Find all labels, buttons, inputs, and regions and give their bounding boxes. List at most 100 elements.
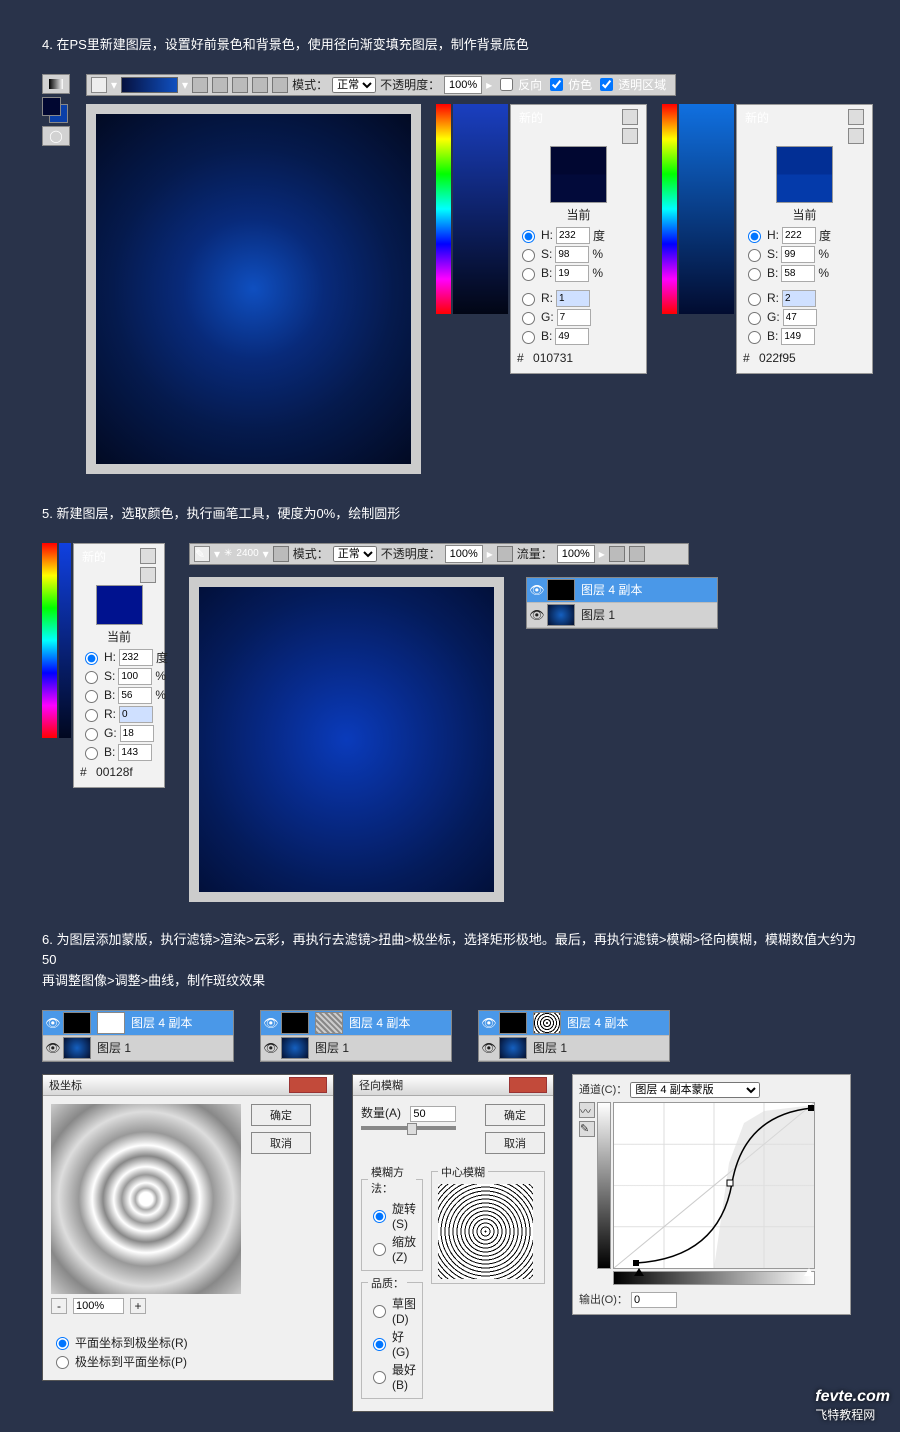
- h-radio[interactable]: [748, 230, 761, 243]
- transparency-checkbox[interactable]: [600, 78, 613, 91]
- sb-field[interactable]: [679, 104, 734, 314]
- h-input[interactable]: [782, 227, 816, 244]
- fg-bg-swatch[interactable]: [42, 97, 68, 123]
- mode-select[interactable]: 正常: [332, 77, 376, 93]
- cancel-button[interactable]: 取消: [485, 1132, 545, 1154]
- layer-row[interactable]: 👁 图层 1: [527, 603, 717, 628]
- add-swatch-icon[interactable]: [140, 567, 156, 583]
- hue-bar[interactable]: [42, 543, 57, 738]
- zoom-in-icon[interactable]: +: [130, 1298, 146, 1314]
- b-radio[interactable]: [748, 268, 761, 281]
- hue-bar[interactable]: [662, 104, 677, 314]
- zoom-input[interactable]: [73, 1298, 124, 1314]
- zoom-radio[interactable]: [373, 1243, 386, 1256]
- layer-row[interactable]: 👁 图层 4 副本: [527, 578, 717, 603]
- ok-button[interactable]: 确定: [251, 1104, 311, 1126]
- visibility-icon[interactable]: 👁: [43, 1041, 63, 1055]
- g-radio[interactable]: [522, 312, 535, 325]
- opacity-input[interactable]: [445, 545, 483, 563]
- hue-bar[interactable]: [436, 104, 451, 314]
- tablet-opacity-icon[interactable]: [497, 546, 513, 562]
- curve-graph[interactable]: [613, 1102, 815, 1269]
- output-input[interactable]: [631, 1292, 677, 1308]
- mode-select[interactable]: 正常: [333, 546, 377, 562]
- reflected-gradient-icon[interactable]: [252, 77, 268, 93]
- s-radio[interactable]: [748, 249, 761, 262]
- s-radio[interactable]: [522, 249, 535, 262]
- b-radio[interactable]: [85, 690, 98, 703]
- brush-panel-icon[interactable]: [273, 546, 289, 562]
- dither-checkbox[interactable]: [550, 78, 563, 91]
- layer-row[interactable]: 👁图层 1: [43, 1036, 233, 1061]
- bv-input[interactable]: [781, 328, 815, 345]
- curve-draw-icon[interactable]: 〰: [579, 1102, 595, 1118]
- rect-to-polar-radio[interactable]: [56, 1337, 69, 1350]
- layer-row[interactable]: 👁图层 1: [261, 1036, 451, 1061]
- blur-center-preview[interactable]: [438, 1184, 533, 1279]
- close-icon[interactable]: [289, 1077, 327, 1093]
- visibility-icon[interactable]: 👁: [43, 1016, 63, 1030]
- picker-tool-icon[interactable]: [622, 109, 638, 125]
- b-input[interactable]: [118, 687, 152, 704]
- visibility-icon[interactable]: 👁: [261, 1016, 281, 1030]
- b-input[interactable]: [555, 265, 589, 282]
- h-input[interactable]: [119, 649, 153, 666]
- add-swatch-icon[interactable]: [848, 128, 864, 144]
- diamond-gradient-icon[interactable]: [272, 77, 288, 93]
- h-input[interactable]: [556, 227, 590, 244]
- b-input[interactable]: [781, 265, 815, 282]
- r-radio[interactable]: [748, 293, 761, 306]
- radial-gradient-icon[interactable]: [212, 77, 228, 93]
- tablet-size-icon[interactable]: [629, 546, 645, 562]
- s-input[interactable]: [555, 246, 589, 263]
- picker-tool-icon[interactable]: [848, 109, 864, 125]
- h-radio[interactable]: [85, 652, 98, 665]
- layer-row[interactable]: 👁图层 4 副本: [479, 1011, 669, 1036]
- black-point-slider[interactable]: [634, 1268, 644, 1276]
- bv-radio[interactable]: [748, 331, 761, 344]
- brush-tool-icon[interactable]: ✎: [194, 546, 210, 562]
- bv-radio[interactable]: [85, 747, 98, 760]
- flow-input[interactable]: [557, 545, 595, 563]
- picker-tool-icon[interactable]: [140, 548, 156, 564]
- bv-input[interactable]: [118, 744, 152, 761]
- r-input[interactable]: [782, 290, 816, 307]
- g-input[interactable]: [783, 309, 817, 326]
- g-input[interactable]: [557, 309, 591, 326]
- reverse-checkbox[interactable]: [500, 78, 513, 91]
- visibility-icon[interactable]: 👁: [261, 1041, 281, 1055]
- gradient-preview[interactable]: [121, 77, 178, 93]
- white-point-slider[interactable]: [804, 1268, 814, 1276]
- h-radio[interactable]: [522, 230, 535, 243]
- g-input[interactable]: [120, 725, 154, 742]
- polar-to-rect-radio[interactable]: [56, 1356, 69, 1369]
- bv-radio[interactable]: [522, 331, 535, 344]
- opacity-input[interactable]: [444, 76, 482, 94]
- cancel-button[interactable]: 取消: [251, 1132, 311, 1154]
- ok-button[interactable]: 确定: [485, 1104, 545, 1126]
- close-icon[interactable]: [509, 1077, 547, 1093]
- linear-gradient-icon[interactable]: [192, 77, 208, 93]
- visibility-icon[interactable]: 👁: [527, 608, 547, 622]
- pencil-draw-icon[interactable]: ✎: [579, 1121, 595, 1137]
- s-input[interactable]: [118, 668, 152, 685]
- b-radio[interactable]: [522, 268, 535, 281]
- s-input[interactable]: [781, 246, 815, 263]
- sb-field[interactable]: [59, 543, 71, 738]
- r-input[interactable]: [119, 706, 153, 723]
- r-input[interactable]: [556, 290, 590, 307]
- g-radio[interactable]: [85, 728, 98, 741]
- amount-slider[interactable]: [407, 1123, 417, 1135]
- add-swatch-icon[interactable]: [622, 128, 638, 144]
- visibility-icon[interactable]: 👁: [479, 1016, 499, 1030]
- zoom-out-icon[interactable]: -: [51, 1298, 67, 1314]
- visibility-icon[interactable]: 👁: [479, 1041, 499, 1055]
- layer-row[interactable]: 👁图层 4 副本: [43, 1011, 233, 1036]
- gradient-tool-icon[interactable]: [42, 74, 70, 94]
- tool-preset-icon[interactable]: [91, 77, 107, 93]
- spin-radio[interactable]: [373, 1210, 386, 1223]
- g-radio[interactable]: [748, 312, 761, 325]
- best-radio[interactable]: [373, 1371, 386, 1384]
- quickmask-icon[interactable]: ◯: [42, 126, 70, 146]
- sb-field[interactable]: [453, 104, 508, 314]
